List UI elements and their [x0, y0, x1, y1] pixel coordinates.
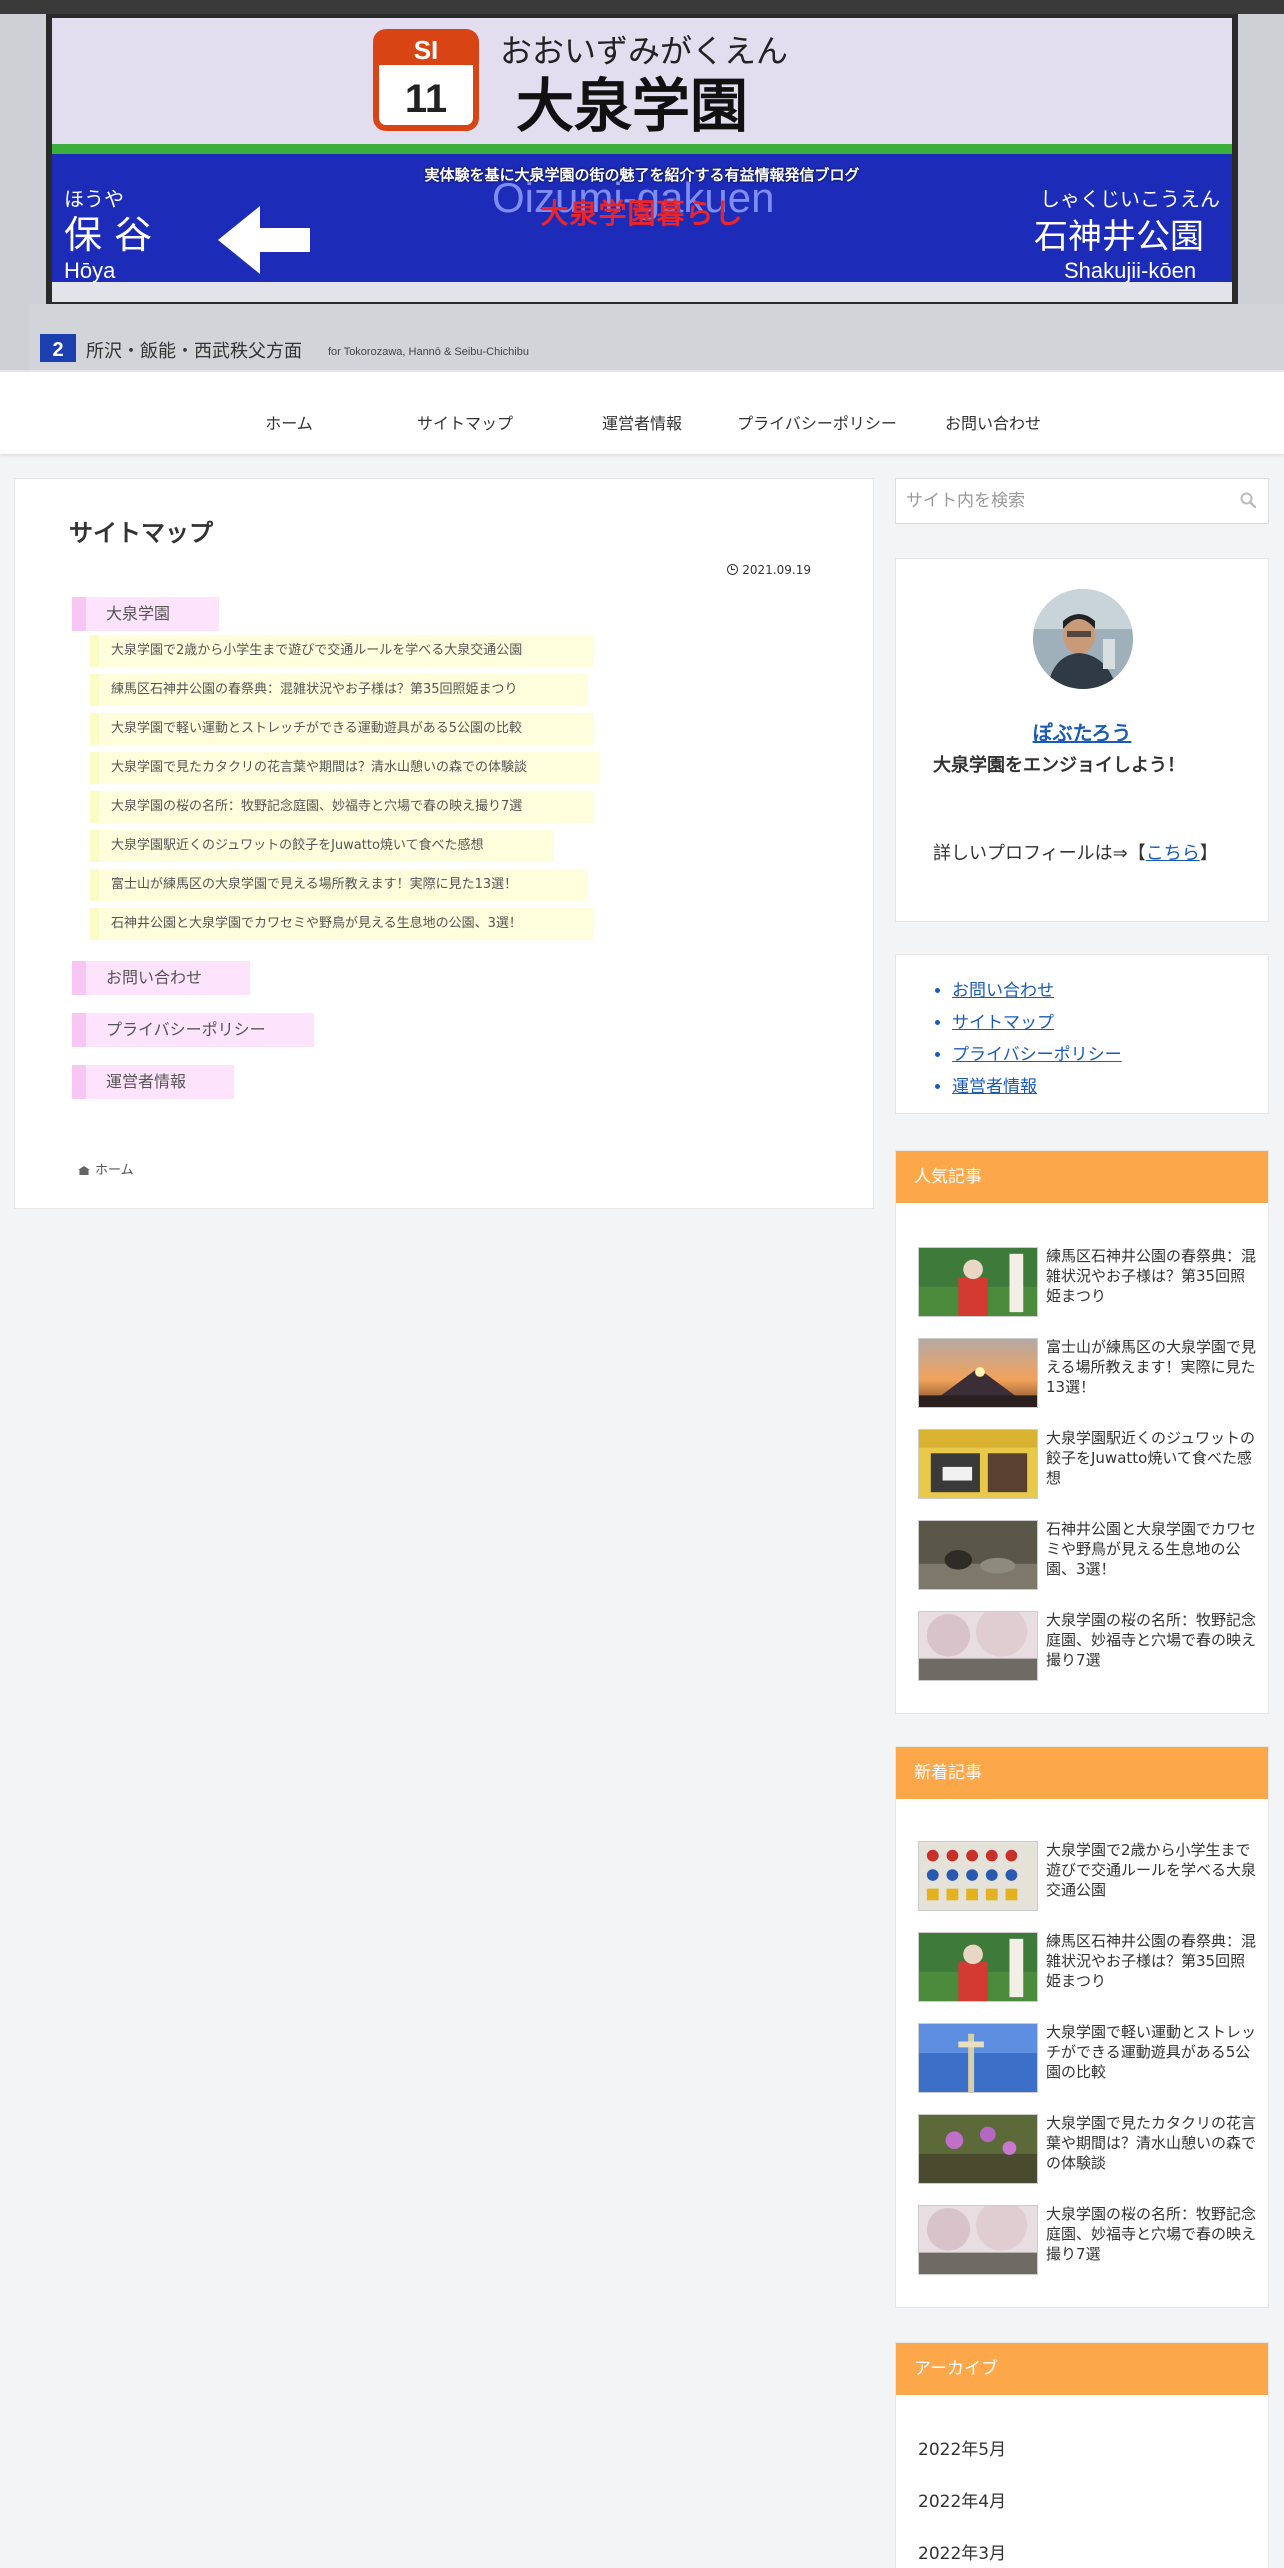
page-link-privacy[interactable]: プライバシーポリシー — [72, 1013, 314, 1047]
station-kana: おおいずみがくえん — [500, 32, 788, 70]
post-title[interactable]: 石神井公園と大泉学園でカワセミや野鳥が見える生息地の公園、3選！ — [1046, 1519, 1256, 1579]
post-thumbnail — [918, 2023, 1038, 2093]
station-number: 11 — [405, 77, 447, 121]
platform-number: 2 — [52, 339, 63, 361]
popular-posts-widget: 人気記事 練馬区石神井公園の春祭典：混雑状況やお子様は？第35回照姫まつり 富士… — [895, 1150, 1269, 1714]
archive-item[interactable]: 2022年4月 — [918, 2487, 1006, 2512]
popular-post-item[interactable]: 大泉学園の桜の名所：牧野記念庭園、妙福寺と穴場で春の映え撮り7選 — [918, 1611, 1258, 1681]
search-icon[interactable] — [1240, 492, 1256, 508]
profile-widget: ぽぶたろう 大泉学園をエンジョイしよう！ 詳しいプロフィールは⇒【こちら】 — [895, 558, 1269, 922]
sitemap-post-link[interactable]: 練馬区石神井公園の春祭典：混雑状況やお子様は？第35回照姫まつり — [90, 674, 588, 706]
site-header: SI 11 おおいずみがくえん 大泉学園 Oizumi-gakuen ほうや 保… — [0, 0, 1284, 370]
header-station-sign-photo: SI 11 おおいずみがくえん 大泉学園 Oizumi-gakuen ほうや 保… — [0, 0, 1284, 370]
platform-direction-en: for Tokorozawa, Hannō & Seibu-Chichibu — [328, 346, 529, 358]
popular-post-item[interactable]: 大泉学園駅近くのジュワットの餃子をJuwatto焼いて食べた感想 — [918, 1429, 1258, 1499]
search-input[interactable] — [896, 479, 1226, 523]
widget-title-recent: 新着記事 — [896, 1747, 1268, 1799]
post-thumbnail — [918, 1338, 1038, 1408]
station-line-code: SI — [414, 35, 439, 65]
nav-item-home[interactable]: ホーム — [214, 372, 364, 454]
site-tagline: 実体験を基に大泉学園の街の魅了を紹介する有益情報発信ブログ — [424, 166, 860, 184]
post-thumbnail — [918, 1841, 1038, 1911]
platform-direction: 所沢・飯能・西武秩父方面 — [86, 341, 302, 362]
widget-title-popular: 人気記事 — [896, 1151, 1268, 1203]
station-kanji: 大泉学園 — [516, 72, 748, 140]
post-thumbnail — [918, 1932, 1038, 2002]
sitemap-post-link[interactable]: 富士山が練馬区の大泉学園で見える場所教えます！実際に見た13選！ — [90, 869, 588, 901]
sidebar-link-privacy[interactable]: プライバシーポリシー — [952, 1039, 1122, 1071]
post-title[interactable]: 大泉学園の桜の名所：牧野記念庭園、妙福寺と穴場で春の映え撮り7選 — [1046, 1610, 1256, 1670]
page-link-operator[interactable]: 運営者情報 — [72, 1065, 234, 1099]
recent-posts-widget: 新着記事 大泉学園で2歳から小学生まで遊びで交通ルールを学べる大泉交通公園 練馬… — [895, 1746, 1269, 2308]
popular-post-item[interactable]: 富士山が練馬区の大泉学園で見える場所教えます！実際に見た13選！ — [918, 1338, 1258, 1408]
site-title[interactable]: 大泉学園暮らし — [0, 192, 1284, 232]
recent-post-item[interactable]: 大泉学園で軽い運動とストレッチができる運動遊具がある5公園の比較 — [918, 2023, 1258, 2093]
avatar — [1033, 589, 1133, 689]
sitemap-post-link[interactable]: 大泉学園で2歳から小学生まで遊びで交通ルールを学べる大泉交通公園 — [90, 635, 594, 667]
breadcrumb[interactable]: ホーム — [78, 1159, 134, 1178]
global-nav: ホーム サイトマップ 運営者情報 プライバシーポリシー お問い合わせ — [0, 372, 1284, 454]
left-station-roman: Hōya — [64, 258, 116, 283]
recent-post-item[interactable]: 練馬区石神井公園の春祭典：混雑状況やお子様は？第35回照姫まつり — [918, 1932, 1258, 2002]
profile-link[interactable]: こちら — [1146, 843, 1200, 864]
main-content: サイトマップ 2021.09.19 大泉学園 大泉学園で2歳から小学生まで遊びで… — [14, 478, 874, 1209]
post-date: 2021.09.19 — [727, 563, 811, 577]
profile-more: 詳しいプロフィールは⇒【こちら】 — [933, 843, 1218, 864]
sitemap-post-link[interactable]: 大泉学園で軽い運動とストレッチができる運動遊具がある5公園の比較 — [90, 713, 594, 745]
nav-item-sitemap[interactable]: サイトマップ — [390, 372, 540, 454]
clock-icon — [727, 564, 739, 575]
post-title[interactable]: 大泉学園で2歳から小学生まで遊びで交通ルールを学べる大泉交通公園 — [1046, 1840, 1256, 1900]
sidebar-link-operator[interactable]: 運営者情報 — [952, 1071, 1122, 1103]
post-thumbnail — [918, 1429, 1038, 1499]
sidebar-link-sitemap[interactable]: サイトマップ — [952, 1007, 1122, 1039]
post-thumbnail — [918, 1247, 1038, 1317]
category-oizumi[interactable]: 大泉学園 — [72, 597, 219, 631]
post-title[interactable]: 大泉学園の桜の名所：牧野記念庭園、妙福寺と穴場で春の映え撮り7選 — [1046, 2204, 1256, 2264]
post-title[interactable]: 練馬区石神井公園の春祭典：混雑状況やお子様は？第35回照姫まつり — [1046, 1246, 1256, 1306]
post-thumbnail — [918, 2114, 1038, 2184]
page-link-contact[interactable]: お問い合わせ — [72, 961, 250, 995]
recent-post-item[interactable]: 大泉学園で2歳から小学生まで遊びで交通ルールを学べる大泉交通公園 — [918, 1841, 1258, 1911]
sitemap-post-link[interactable]: 大泉学園駅近くのジュワットの餃子をJuwatto焼いて食べた感想 — [90, 830, 554, 862]
profile-name[interactable]: ぽぶたろう — [896, 717, 1268, 746]
search-box — [895, 478, 1269, 524]
archive-item[interactable]: 2022年5月 — [918, 2435, 1006, 2460]
recent-post-item[interactable]: 大泉学園で見たカタクリの花言葉や期間は？清水山憩いの森での体験談 — [918, 2114, 1258, 2184]
links-widget: お問い合わせ サイトマップ プライバシーポリシー 運営者情報 — [895, 954, 1269, 1114]
profile-message: 大泉学園をエンジョイしよう！ — [933, 755, 1185, 776]
right-station-roman: Shakujii-kōen — [1064, 258, 1196, 283]
post-thumbnail — [918, 2205, 1038, 2275]
recent-post-item[interactable]: 大泉学園の桜の名所：牧野記念庭園、妙福寺と穴場で春の映え撮り7選 — [918, 2205, 1258, 2275]
post-title[interactable]: 大泉学園で軽い運動とストレッチができる運動遊具がある5公園の比較 — [1046, 2022, 1256, 2082]
nav-item-privacy[interactable]: プライバシーポリシー — [727, 372, 907, 454]
sitemap-post-link[interactable]: 大泉学園で見たカタクリの花言葉や期間は？清水山憩いの森での体験談 — [90, 752, 600, 784]
post-thumbnail — [918, 1611, 1038, 1681]
sitemap-post-link[interactable]: 大泉学園の桜の名所：牧野記念庭園、妙福寺と穴場で春の映え撮り7選 — [90, 791, 594, 823]
nav-item-operator[interactable]: 運営者情報 — [567, 372, 717, 454]
nav-item-contact[interactable]: お問い合わせ — [918, 372, 1068, 454]
popular-post-item[interactable]: 練馬区石神井公園の春祭典：混雑状況やお子様は？第35回照姫まつり — [918, 1247, 1258, 1317]
post-thumbnail — [918, 1520, 1038, 1590]
post-title[interactable]: 富士山が練馬区の大泉学園で見える場所教えます！実際に見た13選！ — [1046, 1337, 1256, 1397]
archive-item[interactable]: 2022年3月 — [918, 2539, 1006, 2564]
post-title[interactable]: 練馬区石神井公園の春祭典：混雑状況やお子様は？第35回照姫まつり — [1046, 1931, 1256, 1991]
sidebar-link-contact[interactable]: お問い合わせ — [952, 975, 1122, 1007]
sitemap-post-link[interactable]: 石神井公園と大泉学園でカワセミや野鳥が見える生息地の公園、3選！ — [90, 908, 594, 940]
post-title[interactable]: 大泉学園で見たカタクリの花言葉や期間は？清水山憩いの森での体験談 — [1046, 2113, 1256, 2173]
archive-widget: アーカイブ 2022年5月 2022年4月 2022年3月 — [895, 2342, 1269, 2568]
home-icon — [78, 1166, 90, 1175]
widget-title-archive: アーカイブ — [896, 2343, 1268, 2395]
page-title: サイトマップ — [69, 519, 213, 547]
popular-post-item[interactable]: 石神井公園と大泉学園でカワセミや野鳥が見える生息地の公園、3選！ — [918, 1520, 1258, 1590]
post-title[interactable]: 大泉学園駅近くのジュワットの餃子をJuwatto焼いて食べた感想 — [1046, 1428, 1256, 1488]
